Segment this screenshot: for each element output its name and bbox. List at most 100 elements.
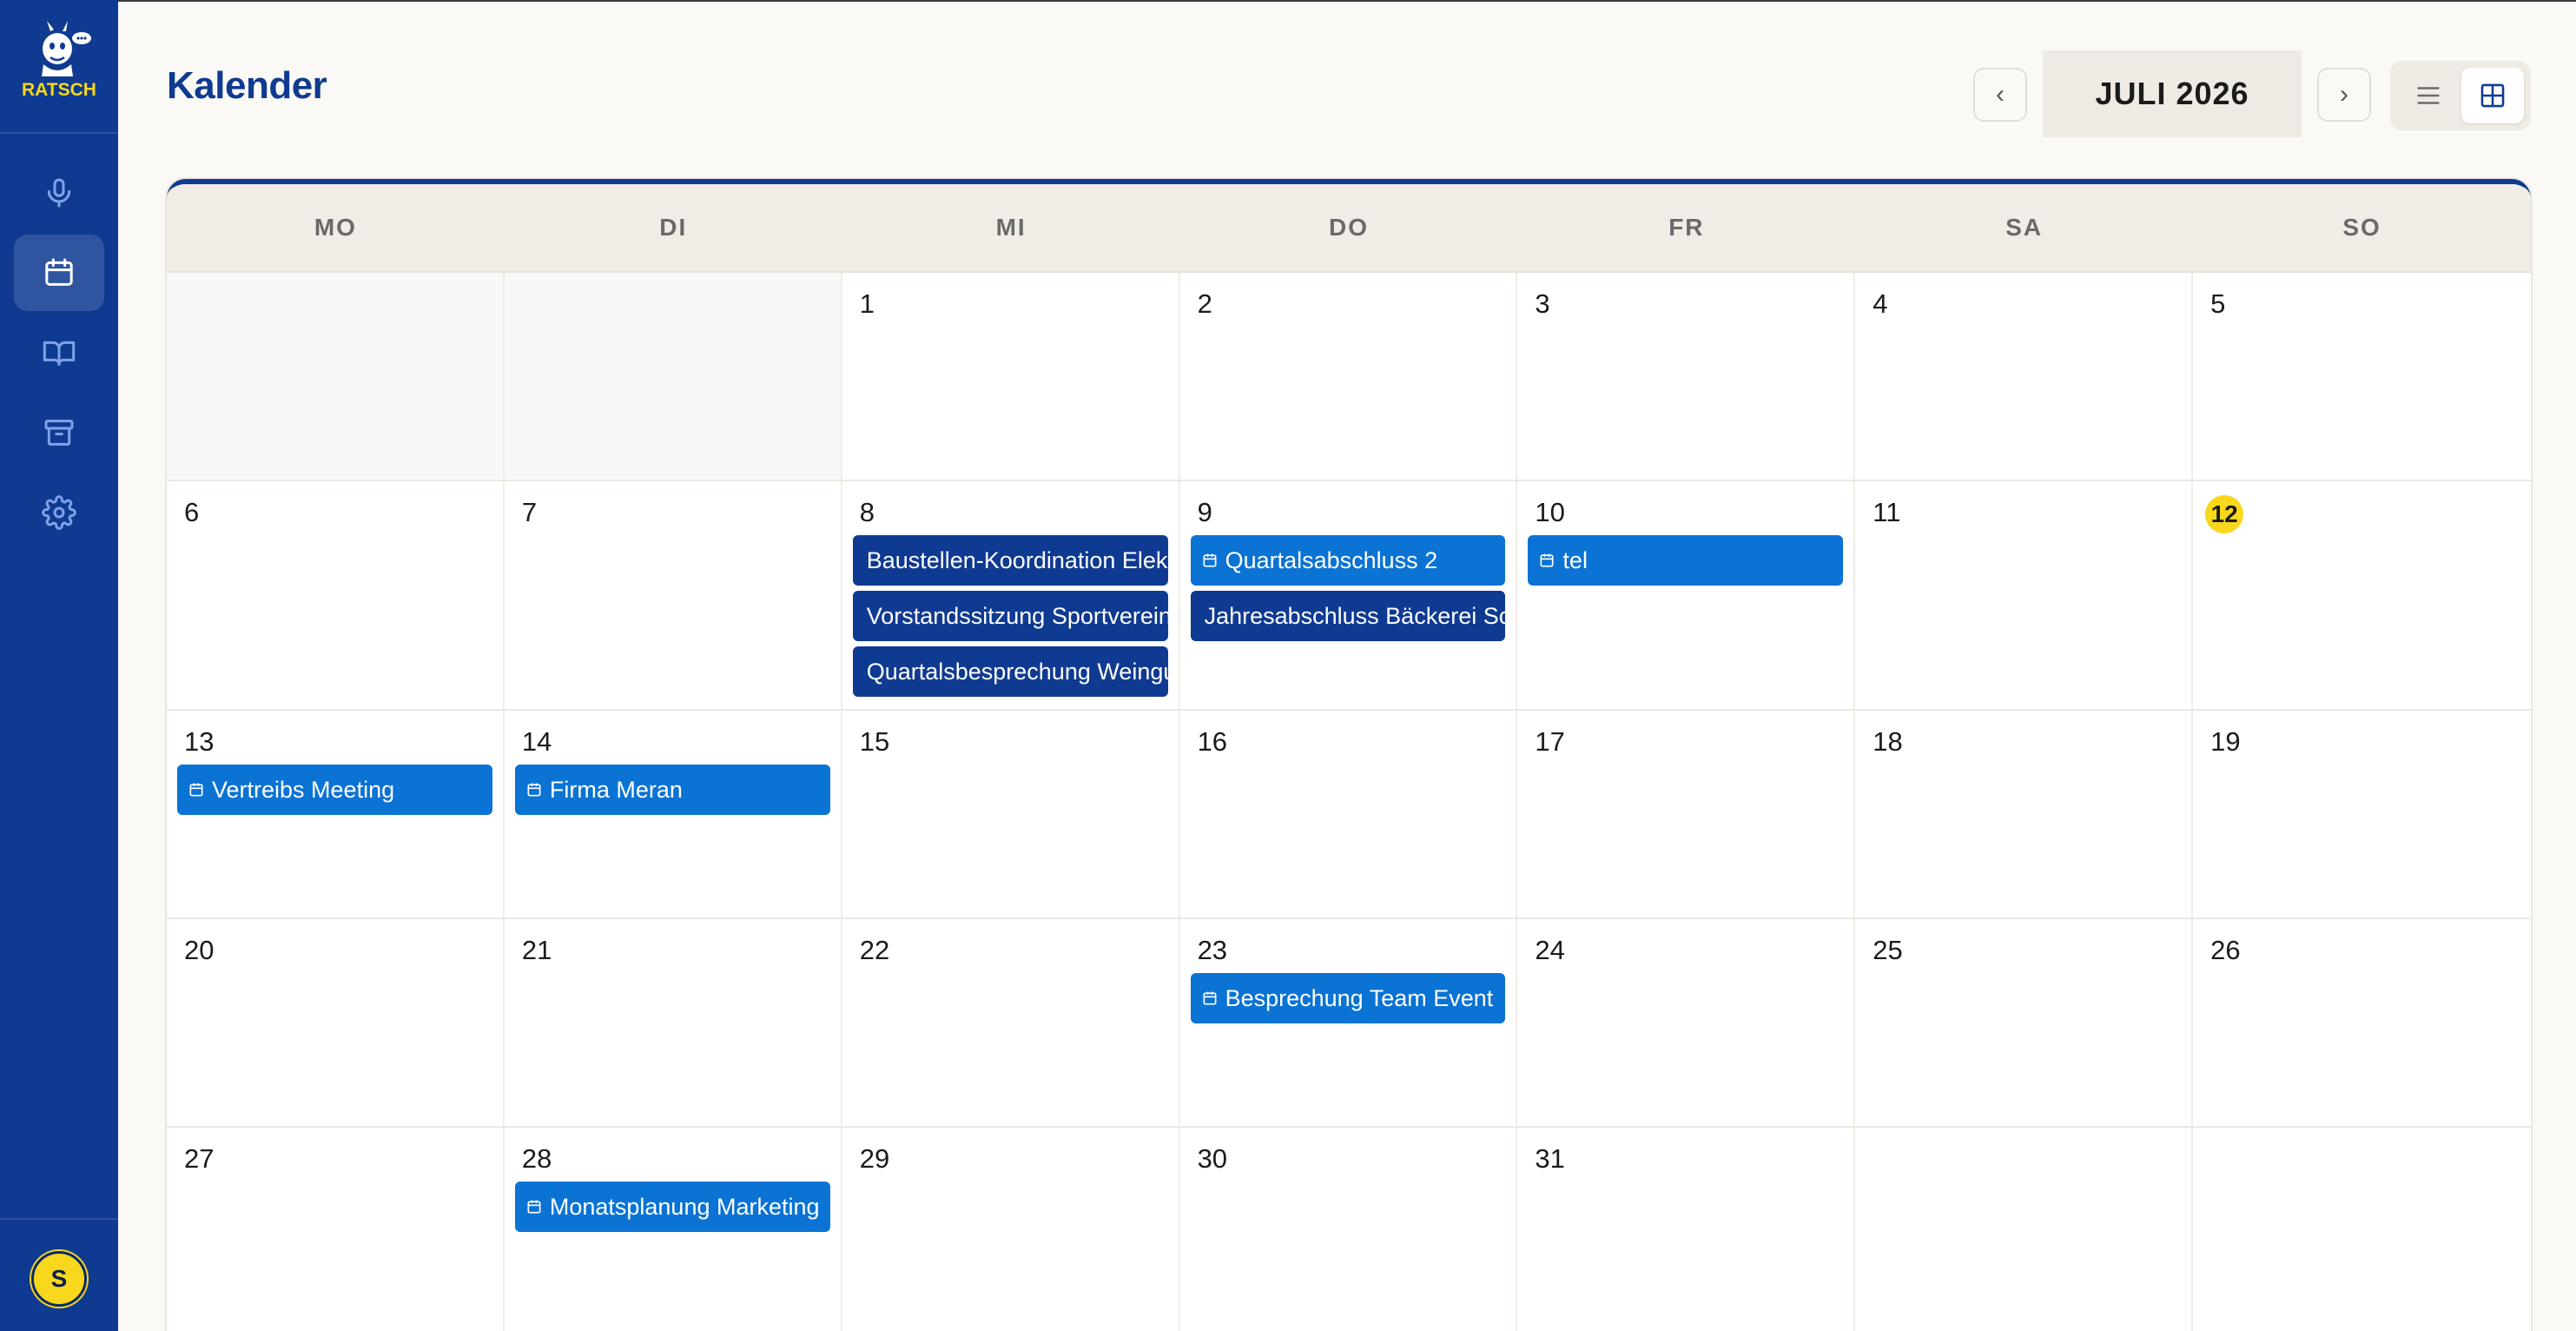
calendar-day-cell[interactable]: 23 Besprechung Team Event: [1180, 919, 1518, 1126]
sidebar-item-settings[interactable]: [14, 474, 104, 551]
calendar-day-cell[interactable]: 21: [505, 919, 842, 1126]
weekday-label: FR: [1668, 214, 1705, 241]
event-title: Baustellen-Koordination Elektro: [866, 546, 1168, 573]
current-month-label: JULI 2026: [2043, 50, 2302, 137]
day-number: 19: [2210, 726, 2241, 757]
calendar-day-cell[interactable]: 25: [1855, 919, 2194, 1126]
event-title: Firma Meran: [549, 776, 683, 803]
event-title: tel: [1562, 546, 1588, 573]
day-number: 4: [1873, 288, 1888, 319]
calendar-day-cell[interactable]: 29: [842, 1128, 1180, 1331]
day-number: 27: [184, 1143, 215, 1174]
event-title: Quartalsbesprechung Weingut: [866, 658, 1168, 685]
grid-view-button[interactable]: [2461, 68, 2524, 123]
book-icon: [43, 341, 76, 366]
calendar-week-row: 20 21 22 23 Besprechung Team Event 24 25 26: [167, 919, 2531, 1128]
day-number: 8: [859, 497, 875, 527]
next-month-button[interactable]: ›: [2317, 68, 2371, 122]
month-calendar: MO DI MI DO FR SA SO 1 2 3 4 5 6 7 8 Baustellen-…: [167, 179, 2531, 1331]
calendar-day-cell[interactable]: 6: [167, 481, 505, 709]
sidebar-item-recording[interactable]: [14, 155, 104, 231]
calendar-day-cell[interactable]: 30: [1180, 1128, 1518, 1331]
calendar-day-cell[interactable]: 13 Vertreibs Meeting: [167, 711, 505, 917]
calendar-day-empty: [2193, 1128, 2531, 1331]
calendar-event[interactable]: Vorstandssitzung Sportverein: [852, 591, 1168, 641]
calendar-day-empty: [1855, 1128, 2194, 1331]
calendar-day-cell[interactable]: 10 tel: [1517, 481, 1856, 709]
calendar-day-cell[interactable]: 16: [1180, 711, 1518, 917]
calendar-day-empty: [167, 273, 505, 480]
event-title: Quartalsabschluss 2: [1225, 546, 1438, 573]
list-view-button[interactable]: [2397, 68, 2460, 123]
chevron-right-icon: ›: [2340, 80, 2348, 109]
calendar-event[interactable]: Besprechung Team Event: [1190, 973, 1506, 1023]
app-logo[interactable]: RATSCH: [12, 19, 106, 115]
logo-text: RATSCH: [22, 80, 96, 100]
event-title: Besprechung Team Event: [1225, 984, 1494, 1011]
weekday-header: MO DI MI DO FR SA SO: [167, 184, 2531, 273]
calendar-day-empty: [504, 273, 842, 480]
weekday-label: MI: [995, 214, 1027, 241]
microphone-icon: [47, 178, 71, 208]
chevron-left-icon: ‹: [1996, 80, 2005, 109]
calendar-day-cell[interactable]: 14 Firma Meran: [505, 711, 842, 917]
calendar-day-cell[interactable]: 19: [2193, 711, 2531, 917]
calendar-day-cell[interactable]: 3: [1517, 273, 1856, 480]
sidebar-divider: [0, 1218, 118, 1220]
sidebar-item-library[interactable]: [14, 315, 104, 391]
day-number: 16: [1197, 726, 1228, 757]
calendar-small-icon: [1203, 991, 1217, 1005]
calendar-day-cell[interactable]: 1: [842, 273, 1180, 480]
calendar-day-cell[interactable]: 5: [2193, 273, 2531, 480]
sidebar-item-archive[interactable]: [14, 394, 104, 471]
page-title: Kalender: [167, 64, 327, 107]
calendar-day-cell[interactable]: 20: [167, 919, 505, 1126]
archive-icon: [44, 420, 74, 446]
day-events: Monatsplanung Marketing: [514, 1182, 830, 1232]
weekday-label: DO: [1328, 214, 1369, 241]
calendar-day-cell[interactable]: 28 Monatsplanung Marketing: [505, 1128, 842, 1331]
day-number: 2: [1197, 288, 1212, 319]
calendar-event[interactable]: Vertreibs Meeting: [177, 765, 492, 815]
calendar-event[interactable]: Quartalsabschluss 2: [1190, 535, 1506, 586]
calendar-day-cell[interactable]: 18: [1855, 711, 2194, 917]
calendar-event[interactable]: Baustellen-Koordination Elektro: [852, 535, 1168, 586]
day-number: 13: [184, 726, 215, 757]
day-number: 1: [859, 288, 875, 319]
calendar-small-icon: [527, 1200, 541, 1214]
calendar-day-cell[interactable]: 9 Quartalsabschluss 2 Jahresabschluss Bäck…: [1180, 481, 1518, 709]
calendar-event[interactable]: Firma Meran: [514, 765, 830, 815]
day-number: 25: [1873, 935, 1903, 965]
calendar-day-cell[interactable]: 15: [842, 711, 1180, 917]
gear-icon: [42, 495, 76, 530]
sidebar-item-calendar[interactable]: [14, 235, 104, 311]
previous-month-button[interactable]: ‹: [1973, 68, 2027, 122]
day-events: tel: [1528, 535, 1844, 586]
calendar-day-cell[interactable]: 8 Baustellen-Koordination Elektro Vorstand…: [842, 481, 1180, 709]
day-number: 23: [1197, 935, 1228, 965]
day-number: 20: [184, 935, 215, 965]
day-number: 21: [521, 935, 552, 965]
calendar-event[interactable]: tel: [1528, 535, 1844, 586]
user-avatar[interactable]: S: [31, 1251, 87, 1307]
sidebar: RATSCH S: [0, 0, 118, 1331]
day-number: 9: [1197, 497, 1212, 527]
list-icon: [2417, 87, 2440, 104]
calendar-event[interactable]: Quartalsbesprechung Weingut: [852, 646, 1168, 697]
calendar-day-cell[interactable]: 11: [1855, 481, 2194, 709]
calendar-day-cell[interactable]: 26: [2193, 919, 2531, 1126]
calendar-day-cell[interactable]: 7: [505, 481, 842, 709]
calendar-day-cell[interactable]: 22: [842, 919, 1180, 1126]
calendar-event[interactable]: Monatsplanung Marketing: [514, 1182, 830, 1232]
calendar-day-cell[interactable]: 2: [1180, 273, 1518, 480]
day-events: Vertreibs Meeting: [177, 765, 492, 815]
calendar-day-cell[interactable]: 27: [167, 1128, 505, 1331]
calendar-event[interactable]: Jahresabschluss Bäckerei Sch: [1190, 591, 1506, 641]
calendar-day-cell[interactable]: 17: [1517, 711, 1856, 917]
calendar-day-cell[interactable]: 24: [1517, 919, 1856, 1126]
calendar-day-cell[interactable]: 4: [1855, 273, 2194, 480]
calendar-day-cell[interactable]: 12: [2193, 481, 2531, 709]
day-number: 18: [1873, 726, 1903, 757]
weekday-label: SO: [2342, 214, 2381, 241]
calendar-day-cell[interactable]: 31: [1517, 1128, 1856, 1331]
